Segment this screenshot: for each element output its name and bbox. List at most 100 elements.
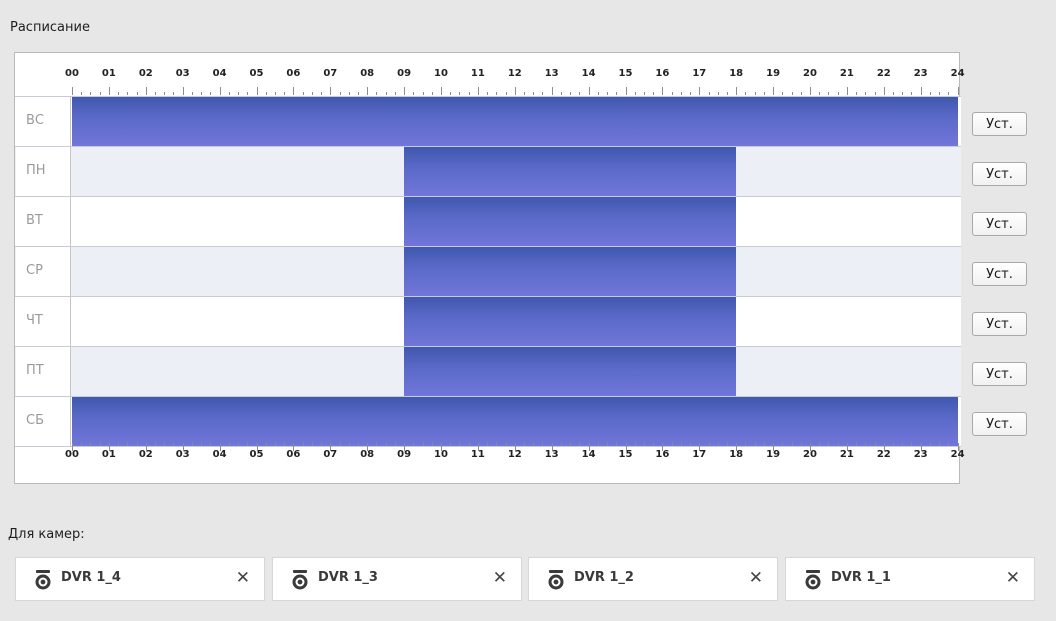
camera-name: DVR 1_2 <box>574 570 634 585</box>
ruler-tick <box>598 92 599 95</box>
schedule-row[interactable]: СР <box>15 246 961 296</box>
ruler-tick <box>183 443 184 451</box>
day-label: ВТ <box>16 196 71 246</box>
schedule-grid[interactable]: 00 01 02 03 04 05 06 07 08 09 10 11 12 13 14 15 16 17 18 19… <box>14 52 965 484</box>
schedule-block[interactable] <box>404 246 737 296</box>
ruler-tick <box>662 443 663 451</box>
camera-icon <box>804 570 822 590</box>
ruler-tick <box>589 87 590 95</box>
ruler-tick <box>616 443 617 446</box>
camera-tab[interactable]: DVR 1_1 ✕ <box>785 557 1035 601</box>
ruler-tick <box>681 443 682 446</box>
ruler-tick <box>127 443 128 446</box>
ruler-tick <box>496 443 497 446</box>
schedule-row[interactable]: ВТ <box>15 196 961 246</box>
camera-tab[interactable]: DVR 1_2 ✕ <box>528 557 778 601</box>
ruler-tick <box>626 443 627 451</box>
ruler-tick <box>81 443 82 446</box>
close-icon[interactable]: ✕ <box>236 568 250 588</box>
ruler-tick <box>146 443 147 451</box>
ruler-tick <box>312 92 313 95</box>
ruler-tick <box>736 87 737 95</box>
hour-label: 23 <box>913 68 928 79</box>
ruler-tick <box>893 443 894 446</box>
ruler-tick <box>865 443 866 446</box>
hour-label: 04 <box>212 68 227 79</box>
hour-label: 08 <box>360 68 375 79</box>
hour-label: 11 <box>470 68 485 79</box>
ruler-tick <box>293 87 294 95</box>
ruler-tick <box>100 443 101 446</box>
ruler-tick <box>275 92 276 95</box>
set-button[interactable]: Уст. <box>972 112 1027 136</box>
schedule-block[interactable] <box>404 196 737 246</box>
set-button[interactable]: Уст. <box>972 312 1027 336</box>
ruler-tick <box>745 92 746 95</box>
ruler-tick <box>469 92 470 95</box>
ruler-tick <box>155 443 156 446</box>
ruler-tick <box>441 443 442 451</box>
ruler-tick <box>506 443 507 446</box>
ruler-tick <box>450 92 451 95</box>
ruler-tick <box>533 92 534 95</box>
ruler-tick <box>847 87 848 95</box>
set-button[interactable]: Уст. <box>972 412 1027 436</box>
schedule-block[interactable] <box>404 146 737 196</box>
ruler-tick <box>626 87 627 95</box>
ruler-tick <box>137 92 138 95</box>
set-button[interactable]: Уст. <box>972 262 1027 286</box>
ruler-tick <box>284 92 285 95</box>
ruler-tick <box>801 92 802 95</box>
ruler-tick <box>939 92 940 95</box>
camera-tab[interactable]: DVR 1_3 ✕ <box>272 557 522 601</box>
schedule-row[interactable]: СБ <box>15 396 961 446</box>
schedule-block[interactable] <box>72 96 958 146</box>
schedule-row[interactable]: ПН <box>15 146 961 196</box>
ruler-tick <box>81 92 82 95</box>
schedule-row[interactable]: ЧТ <box>15 296 961 346</box>
ruler-tick <box>644 92 645 95</box>
set-button[interactable]: Уст. <box>972 212 1027 236</box>
ruler-tick <box>257 443 258 451</box>
ruler-tick <box>303 443 304 446</box>
schedule-block[interactable] <box>72 396 958 446</box>
close-icon[interactable]: ✕ <box>749 568 763 588</box>
ruler-tick <box>238 92 239 95</box>
ruler-tick <box>662 87 663 95</box>
ruler-tick <box>699 87 700 95</box>
ruler-tick <box>533 443 534 446</box>
ruler-tick <box>921 87 922 95</box>
ruler-tick <box>718 443 719 446</box>
schedule-block[interactable] <box>404 346 737 396</box>
ruler-tick <box>782 92 783 95</box>
ruler-tick <box>570 92 571 95</box>
hour-label: 06 <box>286 68 301 79</box>
ruler-tick <box>755 92 756 95</box>
day-label: ПТ <box>16 346 71 396</box>
ruler-tick <box>690 92 691 95</box>
close-icon[interactable]: ✕ <box>493 568 507 588</box>
hour-label: 09 <box>397 68 412 79</box>
ruler-tick <box>358 92 359 95</box>
schedule-block[interactable] <box>404 296 737 346</box>
schedule-row[interactable]: ВС <box>15 96 961 146</box>
close-icon[interactable]: ✕ <box>1006 568 1020 588</box>
ruler-tick <box>524 92 525 95</box>
ruler-tick <box>367 87 368 95</box>
ruler-tick <box>699 443 700 451</box>
ruler-tick <box>570 443 571 446</box>
ruler-tick <box>340 443 341 446</box>
schedule-title: Расписание <box>10 20 90 35</box>
camera-tab[interactable]: DVR 1_4 ✕ <box>15 557 265 601</box>
ruler-tick <box>210 443 211 446</box>
ruler-tick <box>819 92 820 95</box>
set-button[interactable]: Уст. <box>972 362 1027 386</box>
schedule-row[interactable]: ПТ <box>15 346 961 396</box>
ruler-tick <box>496 92 497 95</box>
row-divider <box>15 296 961 297</box>
ruler-tick <box>293 443 294 451</box>
ruler-tick <box>312 443 313 446</box>
set-button[interactable]: Уст. <box>972 162 1027 186</box>
ruler-tick <box>229 92 230 95</box>
hour-label: 01 <box>101 68 116 79</box>
